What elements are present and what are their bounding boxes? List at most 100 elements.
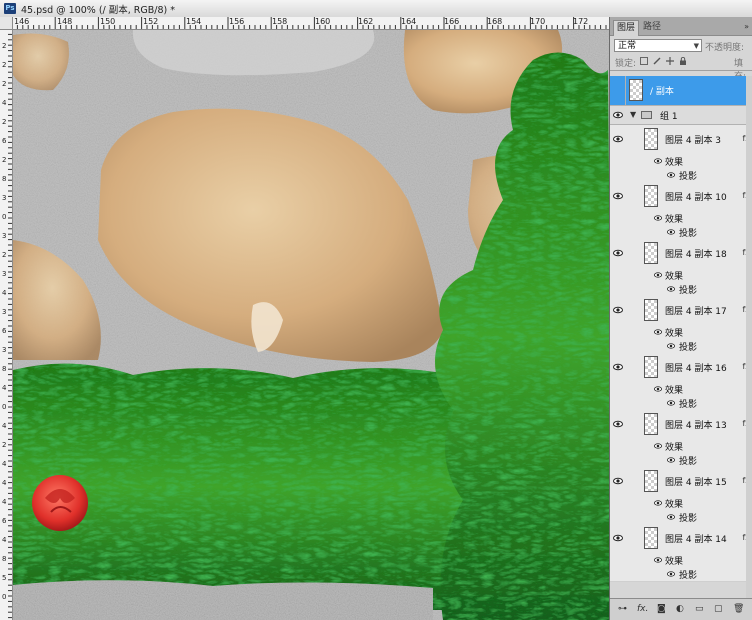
layer-name: 图层 4 副本 14 — [665, 535, 727, 545]
effects-label: 效果 — [665, 272, 684, 282]
layer-row[interactable]: 图层 4 副本 17fx — [610, 296, 752, 326]
layer-row[interactable]: 图层 4 副本 15fx — [610, 467, 752, 497]
effects-row[interactable]: 效果 — [610, 325, 752, 340]
eye-icon[interactable] — [613, 305, 623, 315]
drop-shadow-row[interactable]: 投影 — [610, 225, 752, 240]
document-titlebar[interactable]: Ps 45.psd @ 100% (/ 副本, RGB/8) * — [0, 0, 752, 18]
eye-icon[interactable] — [613, 419, 623, 429]
folder-icon[interactable]: ▭ — [695, 604, 704, 614]
ruler-label: 2 — [2, 441, 7, 449]
ruler-label: 0 — [2, 403, 7, 411]
drop-shadow-label: 投影 — [679, 286, 698, 296]
tab-paths[interactable]: 路径 — [640, 20, 664, 35]
layer-thumbnail — [644, 413, 658, 435]
layer-row[interactable]: 图层 4 副本 18fx — [610, 239, 752, 269]
layer-thumbnail — [644, 242, 658, 264]
adjustment-icon[interactable]: ◐ — [676, 604, 684, 614]
eye-icon[interactable] — [667, 513, 675, 521]
eye-icon[interactable] — [667, 342, 675, 350]
visibility-toggle[interactable] — [610, 76, 626, 105]
layer-name: 图层 4 副本 18 — [665, 250, 727, 260]
ruler-label: 6 — [2, 327, 7, 335]
eye-icon[interactable] — [654, 442, 662, 450]
eye-icon[interactable] — [654, 157, 662, 165]
lock-move-icon[interactable] — [666, 57, 674, 65]
drop-shadow-row[interactable]: 投影 — [610, 453, 752, 468]
ruler-label: 3 — [2, 308, 7, 316]
layer-row[interactable]: 图层 4 副本 13fx — [610, 410, 752, 440]
layer-thumbnail — [644, 470, 658, 492]
collapse-panel-icon[interactable]: » — [744, 22, 749, 31]
lock-transparency-icon[interactable] — [640, 57, 648, 65]
eye-icon[interactable] — [654, 328, 662, 336]
drop-shadow-row[interactable]: 投影 — [610, 339, 752, 354]
eye-icon[interactable] — [667, 285, 675, 293]
eye-icon[interactable] — [613, 248, 623, 258]
effects-label: 效果 — [665, 386, 684, 396]
drop-shadow-row[interactable]: 投影 — [610, 396, 752, 411]
ruler-label: 152 — [143, 17, 159, 26]
eye-icon[interactable] — [613, 134, 623, 144]
ruler-label: 3 — [2, 232, 7, 240]
eye-icon[interactable] — [667, 570, 675, 578]
effects-row[interactable]: 效果 — [610, 439, 752, 454]
ruler-origin[interactable] — [0, 17, 13, 30]
drop-shadow-row[interactable]: 投影 — [610, 282, 752, 297]
effects-row[interactable]: 效果 — [610, 154, 752, 169]
fx-icon[interactable]: fx. — [637, 604, 648, 614]
lock-all-icon[interactable] — [679, 56, 687, 65]
blend-mode-select[interactable]: 正常 ▼ — [614, 39, 702, 52]
eye-icon[interactable] — [667, 228, 675, 236]
drop-shadow-row[interactable]: 投影 — [610, 168, 752, 183]
layers-scrollbar[interactable] — [746, 76, 752, 599]
group-row[interactable]: ▼ 组 1 — [610, 106, 752, 125]
eye-icon[interactable] — [667, 399, 675, 407]
eye-icon[interactable] — [654, 214, 662, 222]
effects-row[interactable]: 效果 — [610, 496, 752, 511]
expand-triangle-icon[interactable]: ▼ — [630, 110, 636, 119]
vertical-ruler[interactable]: 2 2 2 4 2 6 2 8 3 0 3 2 3 4 3 6 3 8 4 0 4 2 4 4 4 6 4 8 5 0 — [0, 17, 13, 620]
eye-icon[interactable] — [667, 171, 675, 179]
eye-icon[interactable] — [613, 362, 623, 372]
eye-icon[interactable] — [613, 476, 623, 486]
eye-icon[interactable] — [654, 271, 662, 279]
ruler-label: 4 — [2, 99, 7, 107]
layer-row[interactable]: 图层 4 副本 10fx — [610, 182, 752, 212]
eye-icon[interactable] — [613, 191, 623, 201]
group-name: 组 1 — [660, 112, 678, 122]
link-icon[interactable]: ⊶ — [618, 604, 627, 614]
tab-layers[interactable]: 图层 — [613, 20, 640, 36]
layer-name: 图层 4 副本 17 — [665, 307, 727, 317]
trash-icon[interactable]: 🗑 — [733, 604, 744, 614]
effects-row[interactable]: 效果 — [610, 382, 752, 397]
ruler-label: 146 — [14, 17, 30, 26]
layers-list[interactable]: / 副本 ▼ 组 1 图层 4 副本 3fx效果投影图层 4 副本 10fx效果… — [610, 76, 752, 599]
lock-brush-icon[interactable] — [653, 57, 661, 65]
ruler-label: 4 — [2, 384, 7, 392]
eye-icon[interactable] — [613, 533, 623, 543]
document-title: 45.psd @ 100% (/ 副本, RGB/8) * — [21, 5, 176, 16]
ruler-label: 2 — [2, 61, 7, 69]
eye-icon[interactable] — [613, 110, 623, 120]
effects-row[interactable]: 效果 — [610, 211, 752, 226]
effects-row[interactable]: 效果 — [610, 268, 752, 283]
panel-footer: ⊶ fx. ◙ ◐ ▭ ▢ 🗑 — [610, 598, 752, 620]
eye-icon[interactable] — [667, 456, 675, 464]
layer-row[interactable]: 图层 4 副本 14fx — [610, 524, 752, 554]
drop-shadow-row[interactable]: 投影 — [610, 510, 752, 525]
eye-icon[interactable] — [654, 385, 662, 393]
layer-thumbnail — [644, 128, 658, 150]
drop-shadow-row[interactable]: 投影 — [610, 567, 752, 582]
layer-row-selected[interactable]: / 副本 — [610, 76, 752, 106]
eye-icon[interactable] — [654, 556, 662, 564]
lock-row: 锁定: 填充: — [610, 54, 752, 82]
layer-row[interactable]: 图层 4 副本 3fx — [610, 125, 752, 155]
mask-icon[interactable]: ◙ — [657, 604, 666, 614]
layer-row[interactable]: 图层 4 副本 16fx — [610, 353, 752, 383]
effects-row[interactable]: 效果 — [610, 553, 752, 568]
new-layer-icon[interactable]: ▢ — [714, 604, 723, 614]
eye-icon[interactable] — [654, 499, 662, 507]
drop-shadow-label: 投影 — [679, 457, 698, 467]
ruler-label: 172 — [573, 17, 589, 26]
ruler-label: 170 — [530, 17, 546, 26]
